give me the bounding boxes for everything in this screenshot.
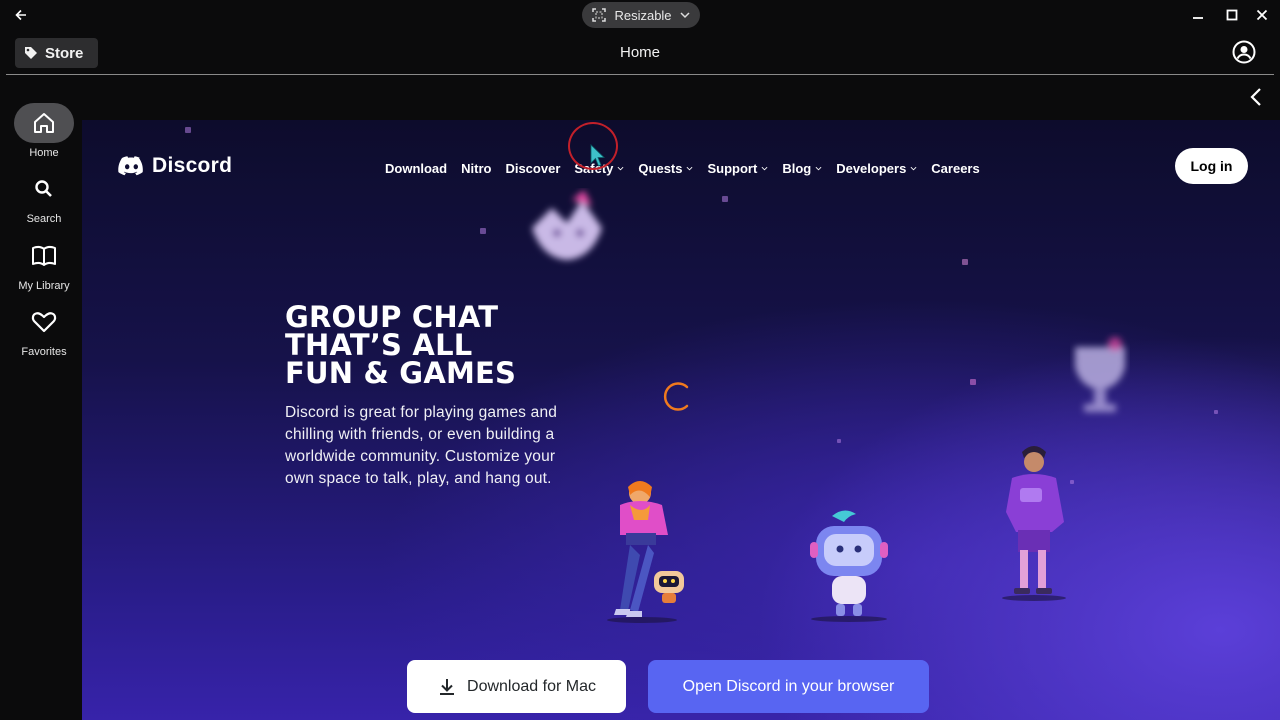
login-button[interactable]: Log in (1175, 148, 1248, 184)
nav-discover[interactable]: Discover (505, 161, 560, 176)
maximize-icon (1226, 9, 1238, 21)
maximize-button[interactable] (1221, 5, 1243, 25)
decor-star (185, 127, 191, 133)
close-icon (1256, 9, 1268, 21)
nav-label: Support (707, 160, 758, 176)
nav-label: Download (385, 160, 448, 176)
search-icon (14, 169, 74, 209)
discord-clyde-icon (118, 156, 143, 176)
discord-wordmark: Discord (152, 154, 233, 177)
chevron-down-icon (680, 12, 690, 19)
character-robot-illustration (810, 510, 888, 622)
account-circle-icon (1232, 40, 1256, 64)
nav-careers[interactable]: Careers (931, 161, 979, 176)
nav-label: Nitro (461, 160, 492, 176)
window-titlebar: Resizable (0, 0, 1280, 30)
hero-title-line: GROUP CHAT (285, 300, 499, 334)
close-window-button[interactable] (1251, 5, 1273, 25)
decor-star (1214, 410, 1218, 414)
decor-star (837, 439, 841, 443)
chevron-down-icon (761, 166, 768, 170)
store-label: Store (45, 44, 84, 62)
download-icon (440, 678, 455, 695)
home-icon (14, 103, 74, 143)
sidebar-item-label: My Library (18, 280, 70, 292)
open-in-browser-button[interactable]: Open Discord in your browser (648, 660, 929, 713)
download-for-mac-button[interactable]: Download for Mac (407, 660, 626, 713)
sidebar-item-label: Home (29, 147, 59, 159)
resize-frame-icon (592, 8, 607, 22)
app-header: Store Home (6, 30, 1274, 75)
tag-icon (25, 47, 37, 59)
nav-support[interactable]: Support (707, 161, 768, 176)
decor-star (722, 196, 728, 202)
hero-title-line: FUN & GAMES (285, 356, 517, 390)
sidebar-item-favorites[interactable]: Favorites (6, 302, 82, 358)
chevron-down-icon (617, 166, 624, 170)
nav-download[interactable]: Download (385, 161, 447, 176)
download-button-label: Download for Mac (467, 677, 596, 695)
nav-quests[interactable]: Quests (638, 161, 693, 176)
nav-label: Quests (638, 160, 683, 176)
collapse-panel-button[interactable] (1246, 86, 1266, 108)
nav-nitro[interactable]: Nitro (461, 161, 491, 176)
resizable-label: Resizable (614, 7, 672, 23)
arrow-left-icon (15, 9, 26, 21)
chevron-down-icon (815, 166, 822, 170)
nav-label: Developers (836, 160, 907, 176)
nav-label: Discover (505, 160, 561, 176)
mouse-cursor-icon (590, 144, 605, 167)
sidebar-item-home[interactable]: Home (6, 103, 82, 159)
nav-developers[interactable]: Developers (836, 161, 917, 176)
minimize-icon (1193, 17, 1203, 19)
sidebar-item-label: Search (26, 213, 62, 225)
decor-star (480, 228, 486, 234)
floating-cat-decoration (532, 190, 602, 260)
sidebar-item-label: Favorites (21, 346, 67, 358)
resizable-mode-dropdown[interactable]: Resizable (582, 2, 700, 28)
decor-star (962, 259, 968, 265)
sidebar-item-my-library[interactable]: My Library (6, 236, 82, 292)
discord-webview: Discord Download Nitro Discover Safety Q… (82, 120, 1280, 720)
nav-label: Careers (931, 160, 980, 176)
account-button[interactable] (1232, 40, 1256, 64)
chevron-down-icon (910, 166, 917, 170)
hero-title-line: THAT’S ALL (285, 328, 473, 362)
page-title: Home (619, 44, 660, 61)
heart-icon (14, 302, 74, 342)
nav-blog[interactable]: Blog (782, 161, 822, 176)
floating-trophy-decoration (1075, 337, 1125, 412)
decor-star (970, 379, 976, 385)
chevron-left-icon (1250, 88, 1261, 106)
minimize-button[interactable] (1187, 5, 1209, 25)
chevron-down-icon (687, 166, 693, 170)
hero-title: GROUP CHAT THAT’S ALL FUN & GAMES (285, 300, 615, 390)
loading-spinner-icon (663, 382, 689, 411)
sidebar-item-search[interactable]: Search (6, 169, 82, 225)
hero-description: Discord is great for playing games and c… (285, 404, 558, 487)
character-boy-illustration (1002, 446, 1066, 601)
site-nav: Download Nitro Discover Safety Quests Su… (385, 159, 994, 177)
discord-logo[interactable]: Discord (118, 154, 232, 178)
character-girl-illustration (607, 481, 684, 623)
back-button[interactable] (10, 5, 32, 25)
nav-label: Blog (782, 160, 812, 176)
sidebar: Home Search My Library Favorites (6, 90, 82, 720)
store-button[interactable]: Store (15, 38, 98, 68)
book-icon (14, 236, 74, 276)
